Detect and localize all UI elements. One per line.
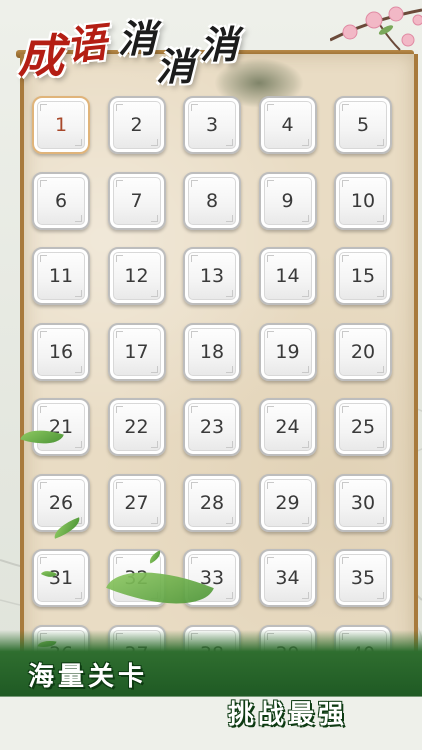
level-button[interactable]: 25 — [334, 398, 392, 456]
level-button[interactable]: 16 — [32, 322, 90, 381]
level-button[interactable]: 35 — [334, 549, 392, 607]
level-button[interactable]: 19 — [258, 322, 317, 381]
level-button[interactable]: 23 — [183, 398, 241, 456]
level-button[interactable]: 17 — [107, 322, 166, 381]
level-button[interactable]: 8 — [183, 171, 241, 230]
level-button[interactable]: 20 — [334, 322, 392, 381]
title-char-3: 消 — [118, 16, 157, 61]
level-button[interactable]: 4 — [258, 96, 317, 154]
level-button[interactable]: 7 — [107, 171, 166, 230]
level-button[interactable]: 10 — [334, 171, 392, 230]
level-button[interactable]: 27 — [107, 473, 166, 532]
game-title: 成 语 消 消 消 — [4, 6, 294, 106]
level-button[interactable]: 30 — [334, 473, 392, 532]
level-grid: 1 2 3 4 5 6 7 8 9 10 11 12 13 14 15 16 1… — [32, 96, 392, 683]
level-button[interactable]: 13 — [183, 247, 241, 305]
level-button[interactable]: 29 — [258, 473, 317, 532]
level-button[interactable]: 34 — [258, 549, 317, 607]
title-char-5: 消 — [200, 22, 239, 67]
level-button[interactable]: 3 — [183, 96, 241, 154]
level-button[interactable]: 5 — [334, 96, 392, 154]
plum-blossom-decoration — [330, 6, 422, 51]
title-char-1: 成 — [18, 29, 64, 83]
banner-line-1: 海量关卡 — [28, 662, 149, 692]
level-button[interactable]: 22 — [107, 398, 166, 456]
level-button[interactable]: 2 — [107, 96, 166, 154]
level-button[interactable]: 1 — [32, 96, 90, 154]
level-button[interactable]: 28 — [183, 473, 241, 532]
title-char-2: 语 — [64, 19, 109, 70]
level-button[interactable]: 18 — [183, 322, 241, 381]
title-char-4: 消 — [156, 44, 195, 89]
level-button[interactable]: 11 — [32, 247, 90, 305]
level-button[interactable]: 6 — [32, 171, 90, 230]
level-button[interactable]: 12 — [107, 247, 166, 305]
level-button[interactable]: 24 — [258, 398, 317, 456]
level-button[interactable]: 31 — [32, 549, 90, 607]
banner-line-2: 挑战最强 — [228, 700, 349, 730]
level-button[interactable]: 26 — [32, 473, 90, 532]
level-button[interactable]: 9 — [258, 171, 317, 230]
level-button[interactable]: 14 — [258, 247, 317, 305]
level-button[interactable]: 15 — [334, 247, 392, 305]
level-button[interactable]: 21 — [32, 398, 90, 456]
